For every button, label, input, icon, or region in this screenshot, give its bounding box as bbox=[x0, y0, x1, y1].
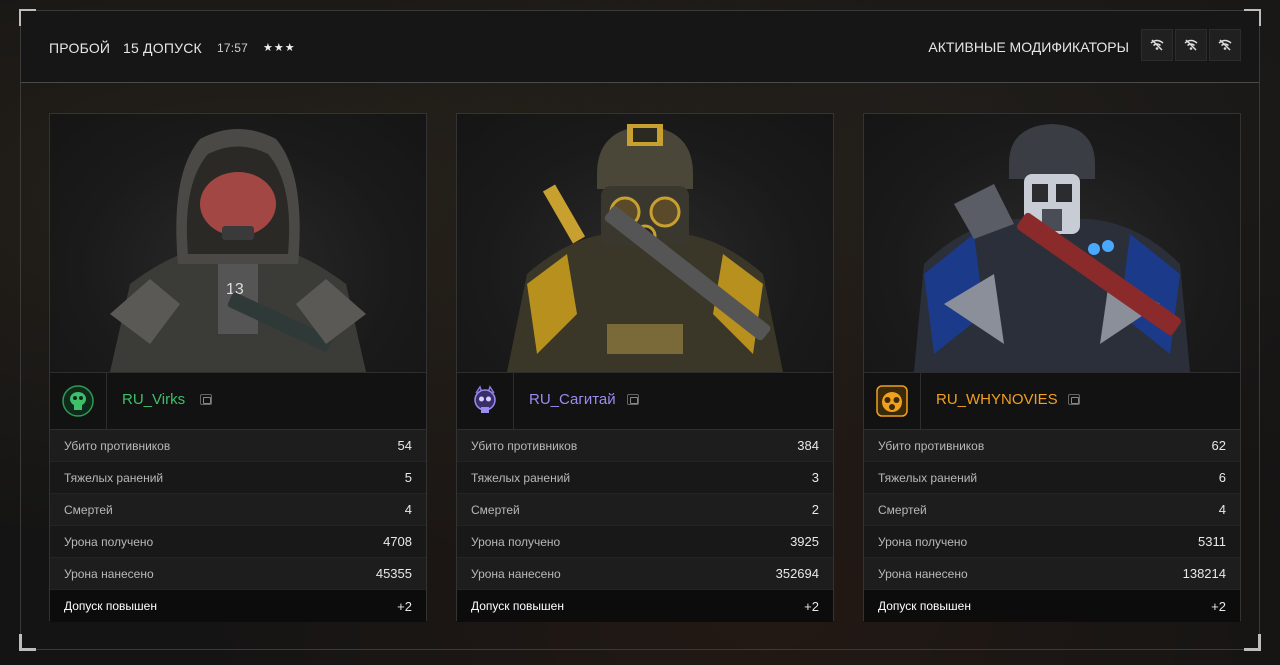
player-namebar: RU_WHYNOVIES bbox=[864, 372, 1240, 430]
stat-row-kills: Убито противников 384 bbox=[457, 430, 833, 462]
green-skull-emblem-icon bbox=[50, 373, 107, 429]
player-namebar: RU_Сагитай bbox=[457, 372, 833, 430]
player-namebar: RU_Virks bbox=[50, 372, 426, 430]
top-bar: ПРОБОЙ 15 ДОПУСК 17:57 ★★★ АКТИВНЫЕ МОДИ… bbox=[21, 11, 1259, 83]
stat-row-damage-taken: Урона получено 5311 bbox=[864, 526, 1240, 558]
signal-off-icon bbox=[1184, 39, 1198, 51]
stat-row-promotion: Допуск повышен +2 bbox=[864, 590, 1240, 622]
active-modifiers-label: АКТИВНЫЕ МОДИФИКАТОРЫ bbox=[928, 39, 1129, 55]
mission-mode: ПРОБОЙ bbox=[49, 40, 111, 56]
modifier-slot[interactable] bbox=[1175, 29, 1207, 61]
operator-portrait bbox=[864, 114, 1240, 372]
mission-time: 17:57 bbox=[217, 41, 249, 55]
stat-row-kills: Убито противников 62 bbox=[864, 430, 1240, 462]
stat-row-promotion: Допуск повышен +2 bbox=[457, 590, 833, 622]
stat-row-damage-dealt: Урона нанесено 45355 bbox=[50, 558, 426, 590]
stat-row-deaths: Смертей 4 bbox=[50, 494, 426, 526]
stat-row-damage-taken: Урона получено 3925 bbox=[457, 526, 833, 558]
stats-table: Убито противников 384 Тяжелых ранений 3 См… bbox=[457, 430, 833, 622]
stat-row-heavy-wounds: Тяжелых ранений 3 bbox=[457, 462, 833, 494]
frame-corner bbox=[19, 634, 36, 651]
stat-row-heavy-wounds: Тяжелых ранений 6 bbox=[864, 462, 1240, 494]
signal-off-icon bbox=[1150, 39, 1164, 51]
modifier-slot[interactable] bbox=[1141, 29, 1173, 61]
operator-portrait bbox=[457, 114, 833, 372]
frame-corner bbox=[1244, 634, 1261, 651]
purple-skull-emblem-icon bbox=[457, 373, 514, 429]
stat-row-heavy-wounds: Тяжелых ранений 5 bbox=[50, 462, 426, 494]
modifier-slot[interactable] bbox=[1209, 29, 1241, 61]
stats-table: Убито противников 54 Тяжелых ранений 5 Сме… bbox=[50, 430, 426, 622]
operator-portrait: 13 bbox=[50, 114, 426, 372]
stat-row-promotion: Допуск повышен +2 bbox=[50, 590, 426, 622]
stat-row-deaths: Смертей 2 bbox=[457, 494, 833, 526]
stats-table: Убито противников 62 Тяжелых ранений 6 Сме… bbox=[864, 430, 1240, 622]
signal-off-icon bbox=[1218, 39, 1232, 51]
player-card: RU_WHYNOVIES Убито противников 62 Тяжелых… bbox=[863, 113, 1241, 622]
stat-row-damage-dealt: Урона нанесено 138214 bbox=[864, 558, 1240, 590]
clearance-level: 15 ДОПУСК bbox=[123, 40, 202, 56]
copy-icon[interactable] bbox=[1068, 394, 1080, 405]
stat-row-deaths: Смертей 4 bbox=[864, 494, 1240, 526]
stat-row-kills: Убито противников 54 bbox=[50, 430, 426, 462]
player-name: RU_Virks bbox=[122, 391, 186, 408]
copy-icon[interactable] bbox=[627, 394, 639, 405]
stat-row-damage-dealt: Урона нанесено 352694 bbox=[457, 558, 833, 590]
difficulty-stars: ★★★ bbox=[263, 42, 296, 54]
player-name: RU_Сагитай bbox=[529, 391, 616, 408]
player-name: RU_WHYNOVIES bbox=[936, 391, 1058, 408]
player-card: RU_Сагитай Убито противников 384 Тяжелых … bbox=[456, 113, 834, 622]
copy-icon[interactable] bbox=[200, 394, 212, 405]
player-card: 13 RU_Virks Убито противников 54 Тяжелых … bbox=[49, 113, 427, 622]
gold-gasmask-emblem-icon bbox=[864, 373, 921, 429]
stat-row-damage-taken: Урона получено 4708 bbox=[50, 526, 426, 558]
